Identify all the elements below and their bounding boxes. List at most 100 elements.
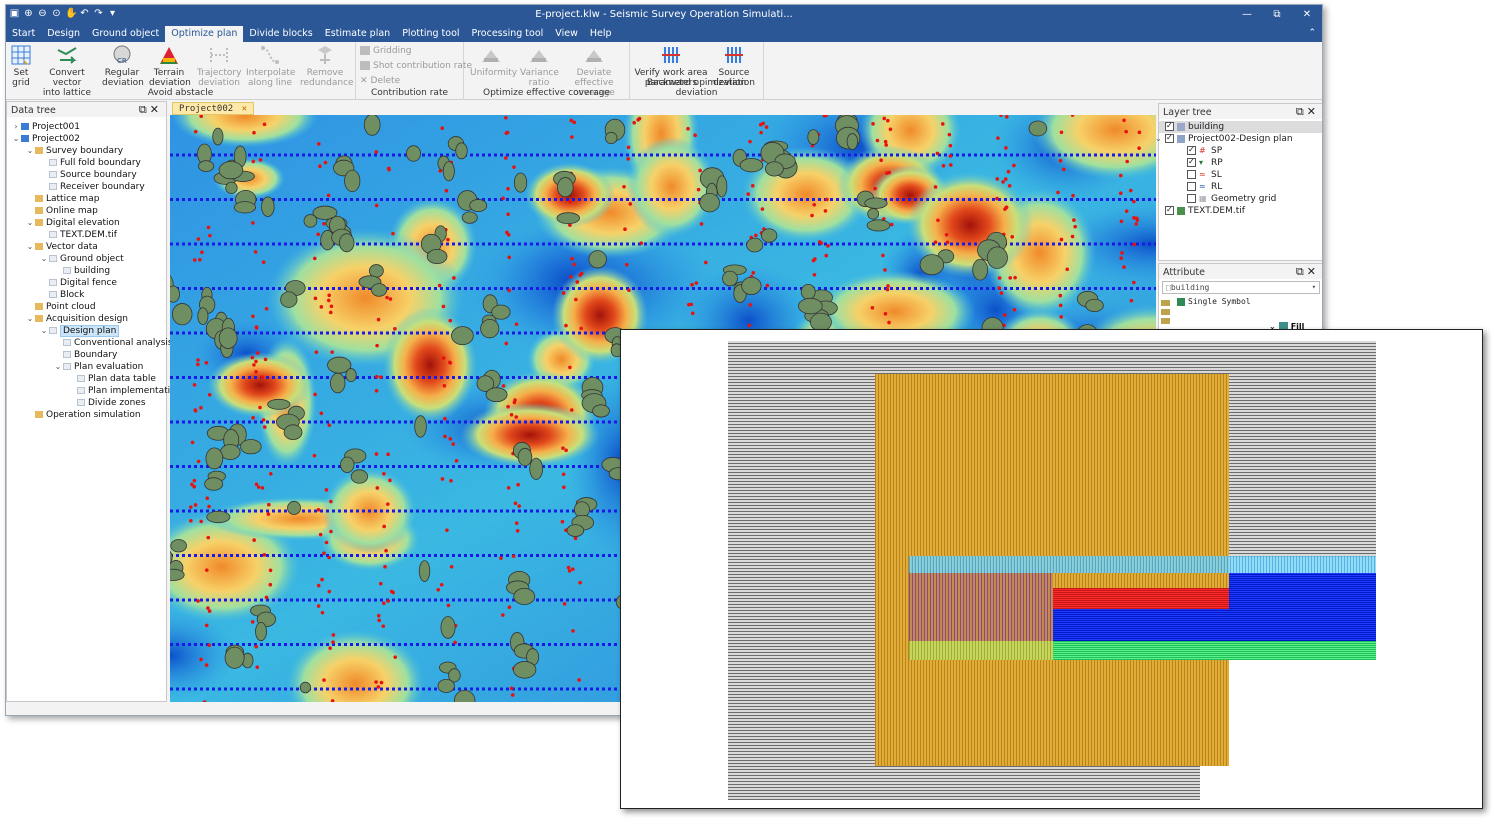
float-panel-icon[interactable]: ⧉ <box>1296 265 1307 278</box>
tab-help[interactable]: Help <box>584 26 618 42</box>
restore-button[interactable]: ⧉ <box>1262 5 1292 26</box>
layer-symbol-icon: ≈ <box>1199 182 1206 191</box>
tree-item[interactable]: Full fold boundary <box>7 157 166 169</box>
layer-item[interactable]: ▦ Geometry grid <box>1159 193 1322 205</box>
layer-item[interactable]: TEXT.DEM.tif <box>1159 204 1322 217</box>
layer-visibility-checkbox[interactable] <box>1165 132 1174 144</box>
expand-arrow-icon[interactable]: ⌄ <box>53 361 63 373</box>
tree-item[interactable]: Lattice map <box>7 193 166 205</box>
building-polygon <box>280 291 298 308</box>
folder-icon <box>35 315 43 322</box>
close-panel-icon[interactable]: ✕ <box>1307 105 1319 118</box>
tab-estimate-plan[interactable]: Estimate plan <box>319 26 397 42</box>
tree-item[interactable]: Receiver boundary <box>7 181 166 193</box>
layer-item[interactable]: ▾ RP <box>1159 156 1322 169</box>
shot-point <box>560 519 565 524</box>
layer-visibility-checkbox[interactable] <box>1187 144 1196 156</box>
tree-item[interactable]: Block <box>7 289 166 301</box>
shot-contribution-button[interactable]: Shot contribution rate <box>360 61 472 71</box>
symbol-mode[interactable]: Single Symbol <box>1159 296 1322 308</box>
layer-item[interactable]: ⌄ Project002-Design plan <box>1155 132 1322 145</box>
tree-item[interactable]: ⌄ Acquisition design <box>7 313 166 325</box>
tab-project002[interactable]: Project002 ✕ <box>172 102 255 115</box>
tree-item[interactable]: Digital fence <box>7 277 166 289</box>
close-panel-icon[interactable]: ✕ <box>1307 265 1319 278</box>
tree-item[interactable]: › Project001 <box>7 121 166 133</box>
regular-deviation-button[interactable]: CR Regular deviation <box>102 44 144 88</box>
set-grid-button[interactable]: Set grid <box>9 44 33 88</box>
deviate-coverage-icon <box>585 50 603 62</box>
layer-item[interactable]: ≈ RL <box>1159 181 1322 193</box>
shot-point <box>448 318 453 323</box>
tree-item[interactable]: Divide zones <box>7 397 166 409</box>
expand-arrow-icon[interactable]: ⌄ <box>11 133 21 145</box>
expand-arrow-icon[interactable]: ⌄ <box>25 217 35 229</box>
close-panel-icon[interactable]: ✕ <box>150 103 162 116</box>
shot-point <box>328 310 333 315</box>
tab-processing-tool[interactable]: Processing tool <box>466 26 550 42</box>
float-panel-icon[interactable]: ⧉ <box>139 103 150 116</box>
tree-item[interactable]: building <box>7 265 166 277</box>
layer-visibility-checkbox[interactable] <box>1165 204 1174 216</box>
expand-arrow-icon[interactable]: ⌄ <box>25 145 35 157</box>
tree-item[interactable]: ⌄ Digital elevation <box>7 217 166 229</box>
tab-start[interactable]: Start <box>6 26 41 42</box>
variance-ratio-button[interactable]: Variance ratio <box>520 44 559 88</box>
terrain-deviation-button[interactable]: Terrain deviation <box>149 44 191 88</box>
building-polygon <box>716 175 728 198</box>
tree-item[interactable]: Plan implementati... <box>7 385 179 397</box>
layer-item[interactable]: building <box>1159 120 1322 133</box>
tab-design[interactable]: Design <box>41 26 86 42</box>
uniformity-button[interactable]: Uniformity <box>470 44 517 78</box>
layer-item[interactable]: ≈ SL <box>1159 169 1322 181</box>
shot-point <box>254 359 258 364</box>
layer-visibility-checkbox[interactable] <box>1165 120 1174 132</box>
delete-label: Delete <box>370 76 401 86</box>
tree-item[interactable]: ⌄ Survey boundary <box>7 145 166 157</box>
shot-point <box>1125 159 1129 164</box>
layer-item[interactable]: # SP <box>1159 144 1322 157</box>
interpolate-button[interactable]: Interpolate along line <box>246 44 295 88</box>
document-icon <box>49 183 57 190</box>
tree-item[interactable]: Conventional analysis <box>7 337 173 349</box>
tree-item[interactable]: Online map <box>7 205 166 217</box>
layer-visibility-checkbox[interactable] <box>1187 194 1196 203</box>
trajectory-deviation-button[interactable]: Trajectory deviation <box>197 44 241 88</box>
float-panel-icon[interactable]: ⧉ <box>1296 105 1307 118</box>
expand-arrow-icon[interactable]: ⌄ <box>39 325 49 337</box>
tree-item[interactable]: ⌄ Ground object <box>7 253 166 265</box>
tree-item[interactable]: TEXT.DEM.tif <box>7 229 166 241</box>
tree-item[interactable]: ⌄ Plan evaluation <box>7 361 166 373</box>
tab-view[interactable]: View <box>549 26 584 42</box>
remove-redundance-button[interactable]: Remove redundance <box>300 44 354 88</box>
tab-ground-object[interactable]: Ground object <box>86 26 165 42</box>
tab-plotting-tool[interactable]: Plotting tool <box>396 26 465 42</box>
tree-item[interactable]: ⌄ Project002 <box>7 133 166 145</box>
label-icon[interactable] <box>1161 309 1170 315</box>
close-button[interactable]: ✕ <box>1292 5 1322 26</box>
expand-arrow-icon[interactable]: ⌄ <box>25 313 35 325</box>
layer-visibility-checkbox[interactable] <box>1187 156 1196 168</box>
tree-item[interactable]: Operation simulation <box>7 409 166 421</box>
expand-arrow-icon[interactable]: ⌄ <box>1155 133 1165 145</box>
tree-item[interactable]: Boundary <box>7 349 166 361</box>
tree-item[interactable]: Source boundary <box>7 169 166 181</box>
expand-arrow-icon[interactable]: › <box>11 121 21 133</box>
tree-item[interactable]: ⌄ Design plan <box>7 325 166 337</box>
tab-optimize-plan[interactable]: Optimize plan <box>165 26 244 42</box>
layer-visibility-checkbox[interactable] <box>1187 170 1196 179</box>
tree-item[interactable]: Point cloud <box>7 301 166 313</box>
close-tab-icon[interactable]: ✕ <box>242 104 247 114</box>
gridding-button[interactable]: Gridding <box>360 46 412 56</box>
tree-item[interactable]: ⌄ Vector data <box>7 241 166 253</box>
collapse-ribbon-icon[interactable]: ⌃ <box>1308 28 1316 38</box>
layer-visibility-checkbox[interactable] <box>1187 182 1196 191</box>
expand-arrow-icon[interactable]: ⌄ <box>39 253 49 265</box>
abc-icon[interactable] <box>1161 318 1170 324</box>
delete-button[interactable]: ✕ Delete <box>360 76 400 86</box>
expand-arrow-icon[interactable]: ⌄ <box>25 241 35 253</box>
minimize-button[interactable]: — <box>1232 5 1262 26</box>
layer-select[interactable]: ⬚building ▾ <box>1162 281 1320 294</box>
tab-divide-blocks[interactable]: Divide blocks <box>243 26 318 42</box>
tree-item[interactable]: Plan data table <box>7 373 166 385</box>
